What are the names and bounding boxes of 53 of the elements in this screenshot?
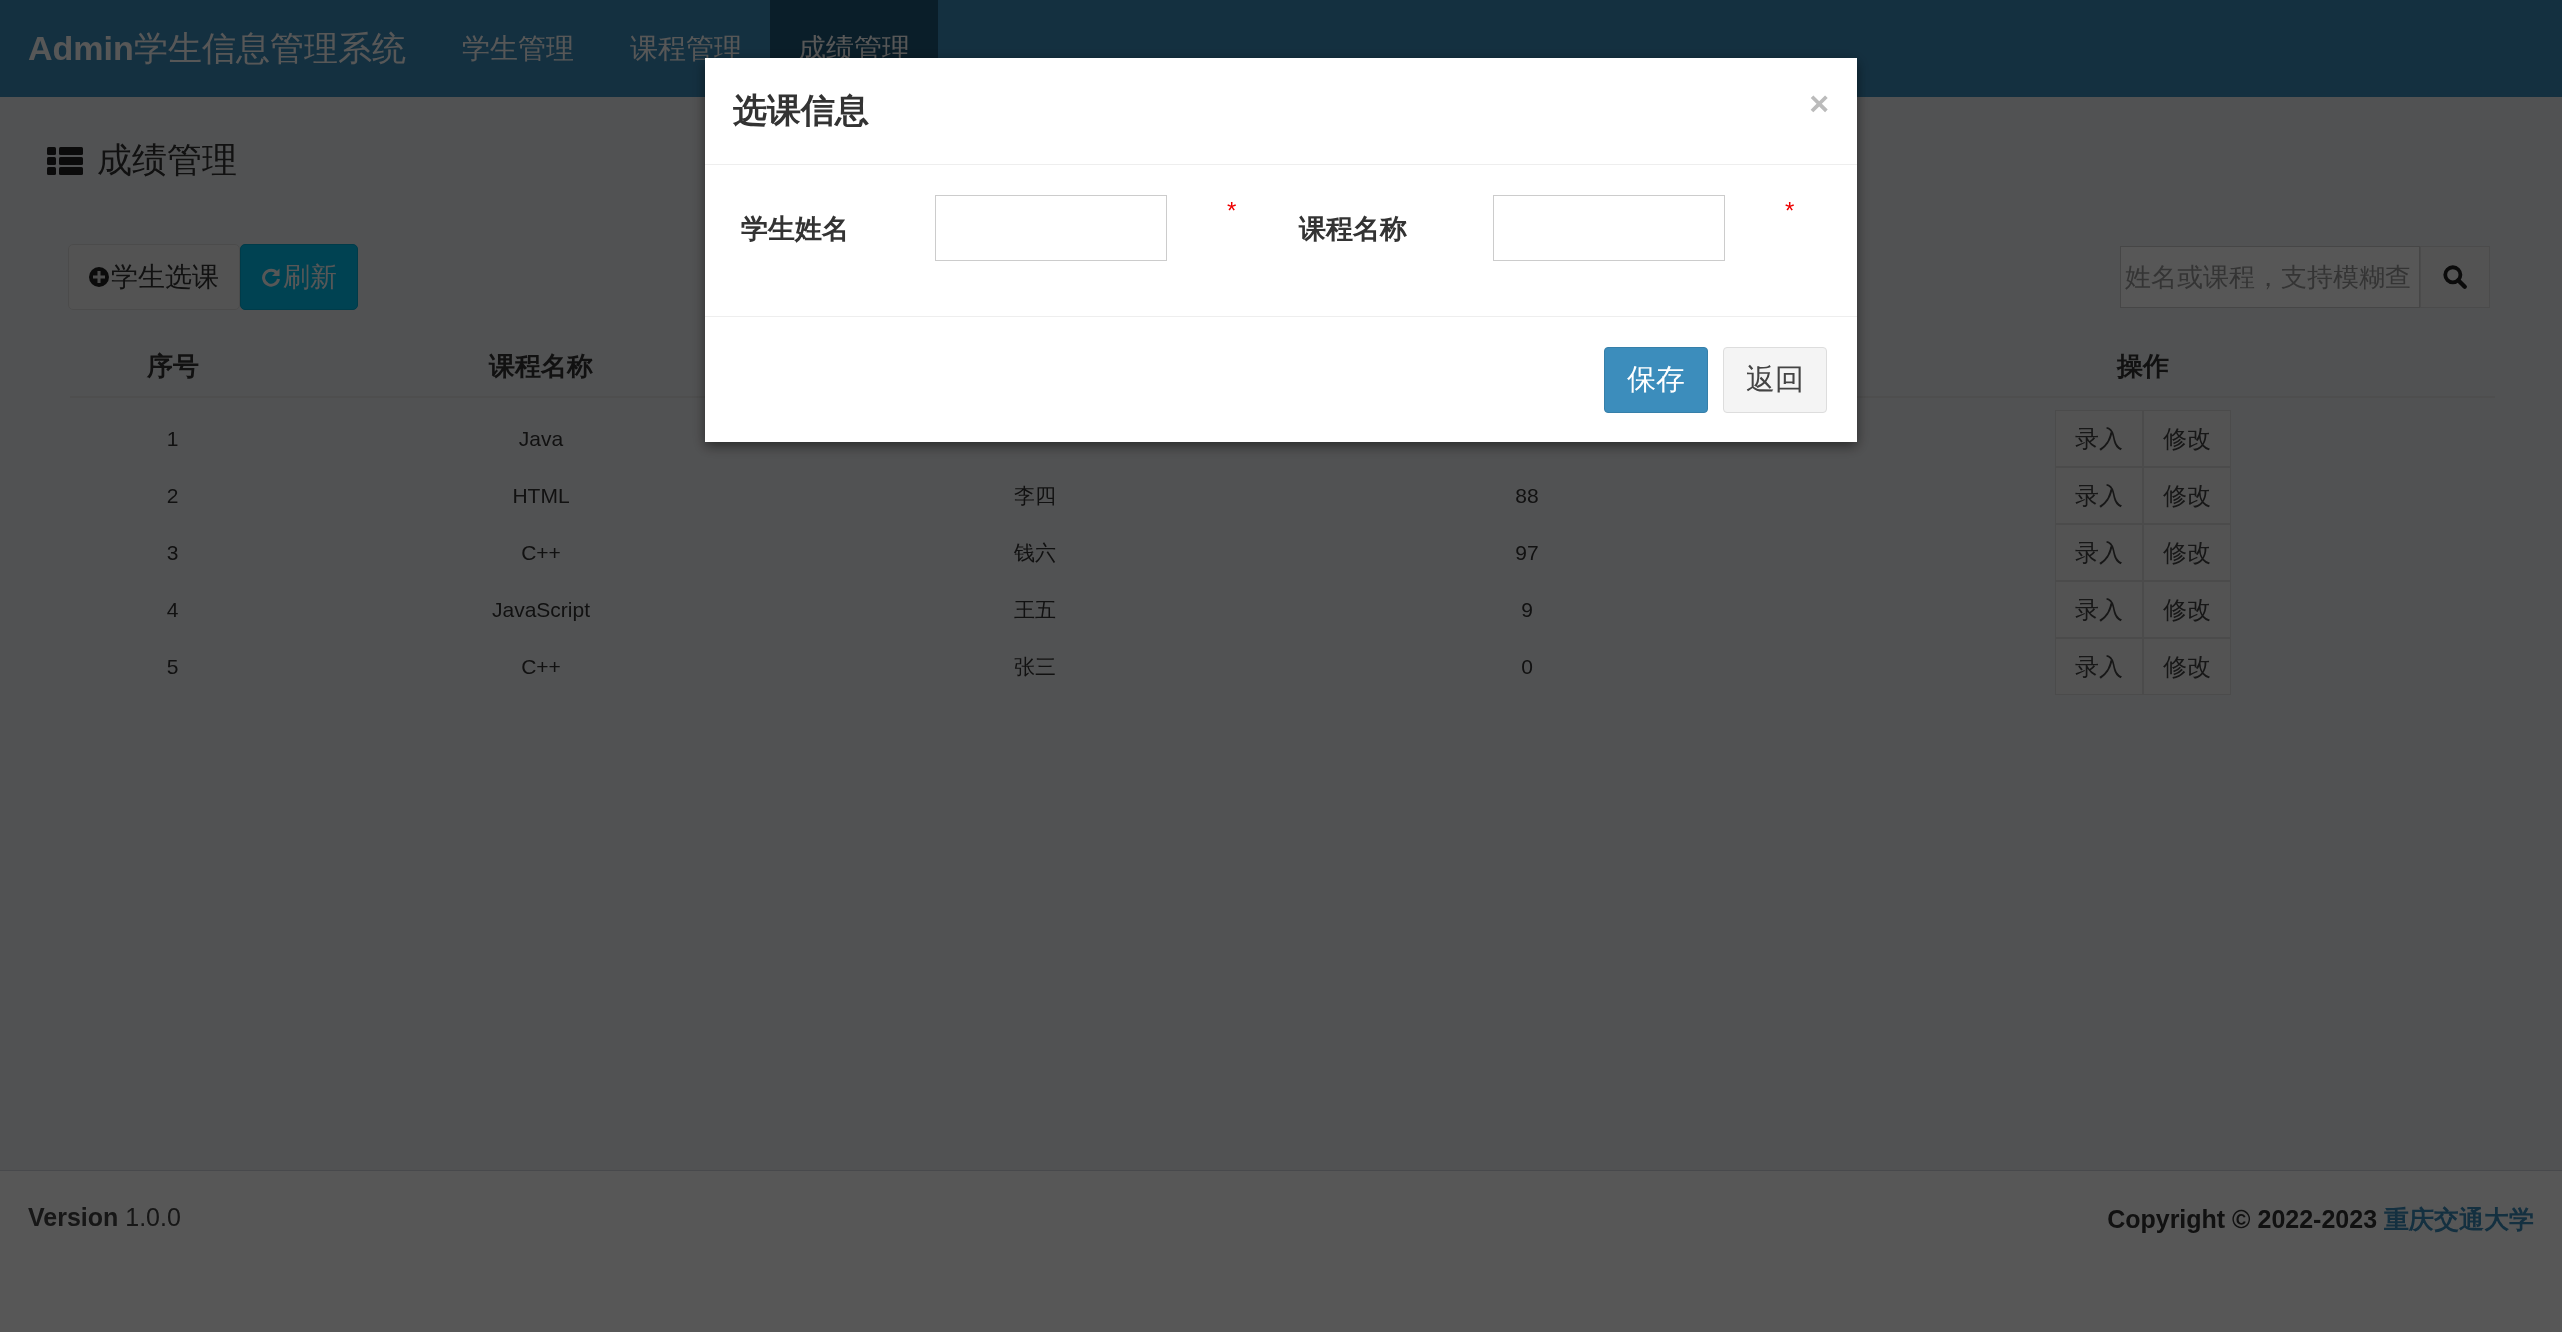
version-text: Version 1.0.0 <box>28 1203 181 1232</box>
table-cell: HTML <box>512 483 570 507</box>
enter-button[interactable]: 录入 <box>2055 524 2143 581</box>
table-cell: C++ <box>521 654 561 678</box>
refresh-icon <box>261 267 281 287</box>
brand-title[interactable]: Admin学生信息管理系统 <box>28 25 406 72</box>
table-cell: 3 <box>166 540 179 564</box>
enter-button[interactable]: 录入 <box>2055 467 2143 524</box>
table-cell: 钱六 <box>1014 540 1056 564</box>
table-cell: 1 <box>166 426 179 450</box>
enter-button[interactable]: 录入 <box>2055 410 2143 467</box>
table-cell: JavaScript <box>491 597 590 621</box>
input-field[interactable] <box>935 195 1167 261</box>
add-button[interactable]: 学生选课 <box>68 244 240 310</box>
save-button[interactable]: 保存 <box>1604 346 1708 413</box>
table-cell: 张三 <box>1014 654 1056 678</box>
table-cell: 88 <box>1515 483 1539 507</box>
page-title: 成绩管理 <box>97 139 237 181</box>
required-mark: * <box>1785 197 1795 225</box>
university-link[interactable]: 重庆交通大学 <box>2384 1205 2534 1233</box>
edit-button[interactable]: 修改 <box>2143 467 2231 524</box>
nav-tab[interactable]: 学生管理 <box>433 0 602 97</box>
column-header: 序号 <box>146 350 199 381</box>
plus-circle-icon <box>89 267 109 287</box>
table-cell: 2 <box>166 483 179 507</box>
close-button[interactable]: × <box>1809 83 1829 123</box>
required-mark: * <box>1227 197 1237 225</box>
input-field[interactable] <box>1493 195 1725 261</box>
enter-button[interactable]: 录入 <box>2055 638 2143 695</box>
edit-button[interactable]: 修改 <box>2143 581 2231 638</box>
field-label: 学生姓名 <box>741 213 850 246</box>
table-cell: 李四 <box>1014 483 1056 507</box>
refresh-button[interactable]: 刷新 <box>240 244 358 310</box>
enter-button[interactable]: 录入 <box>2055 581 2143 638</box>
list-icon <box>47 146 83 175</box>
field-label: 课程名称 <box>1299 213 1408 246</box>
column-header: 操作 <box>2117 350 2169 381</box>
table-cell: C++ <box>521 540 561 564</box>
edit-button[interactable]: 修改 <box>2143 524 2231 581</box>
table-cell: Java <box>518 426 564 450</box>
table-cell: 97 <box>1515 540 1539 564</box>
copyright-text: Copyright © 2022-2023 <box>2107 1205 2378 1233</box>
edit-button[interactable]: 修改 <box>2143 410 2231 467</box>
table-cell: 9 <box>1521 597 1533 621</box>
table-cell: 王五 <box>1014 597 1056 621</box>
search-button[interactable] <box>2420 246 2490 308</box>
back-button[interactable]: 返回 <box>1723 346 1827 413</box>
table-cell: 4 <box>166 597 179 621</box>
column-header: 课程名称 <box>489 350 593 381</box>
edit-button[interactable]: 修改 <box>2143 638 2231 695</box>
search-icon <box>2442 264 2468 290</box>
table-cell: 0 <box>1521 654 1533 678</box>
table-cell: 5 <box>166 654 179 678</box>
